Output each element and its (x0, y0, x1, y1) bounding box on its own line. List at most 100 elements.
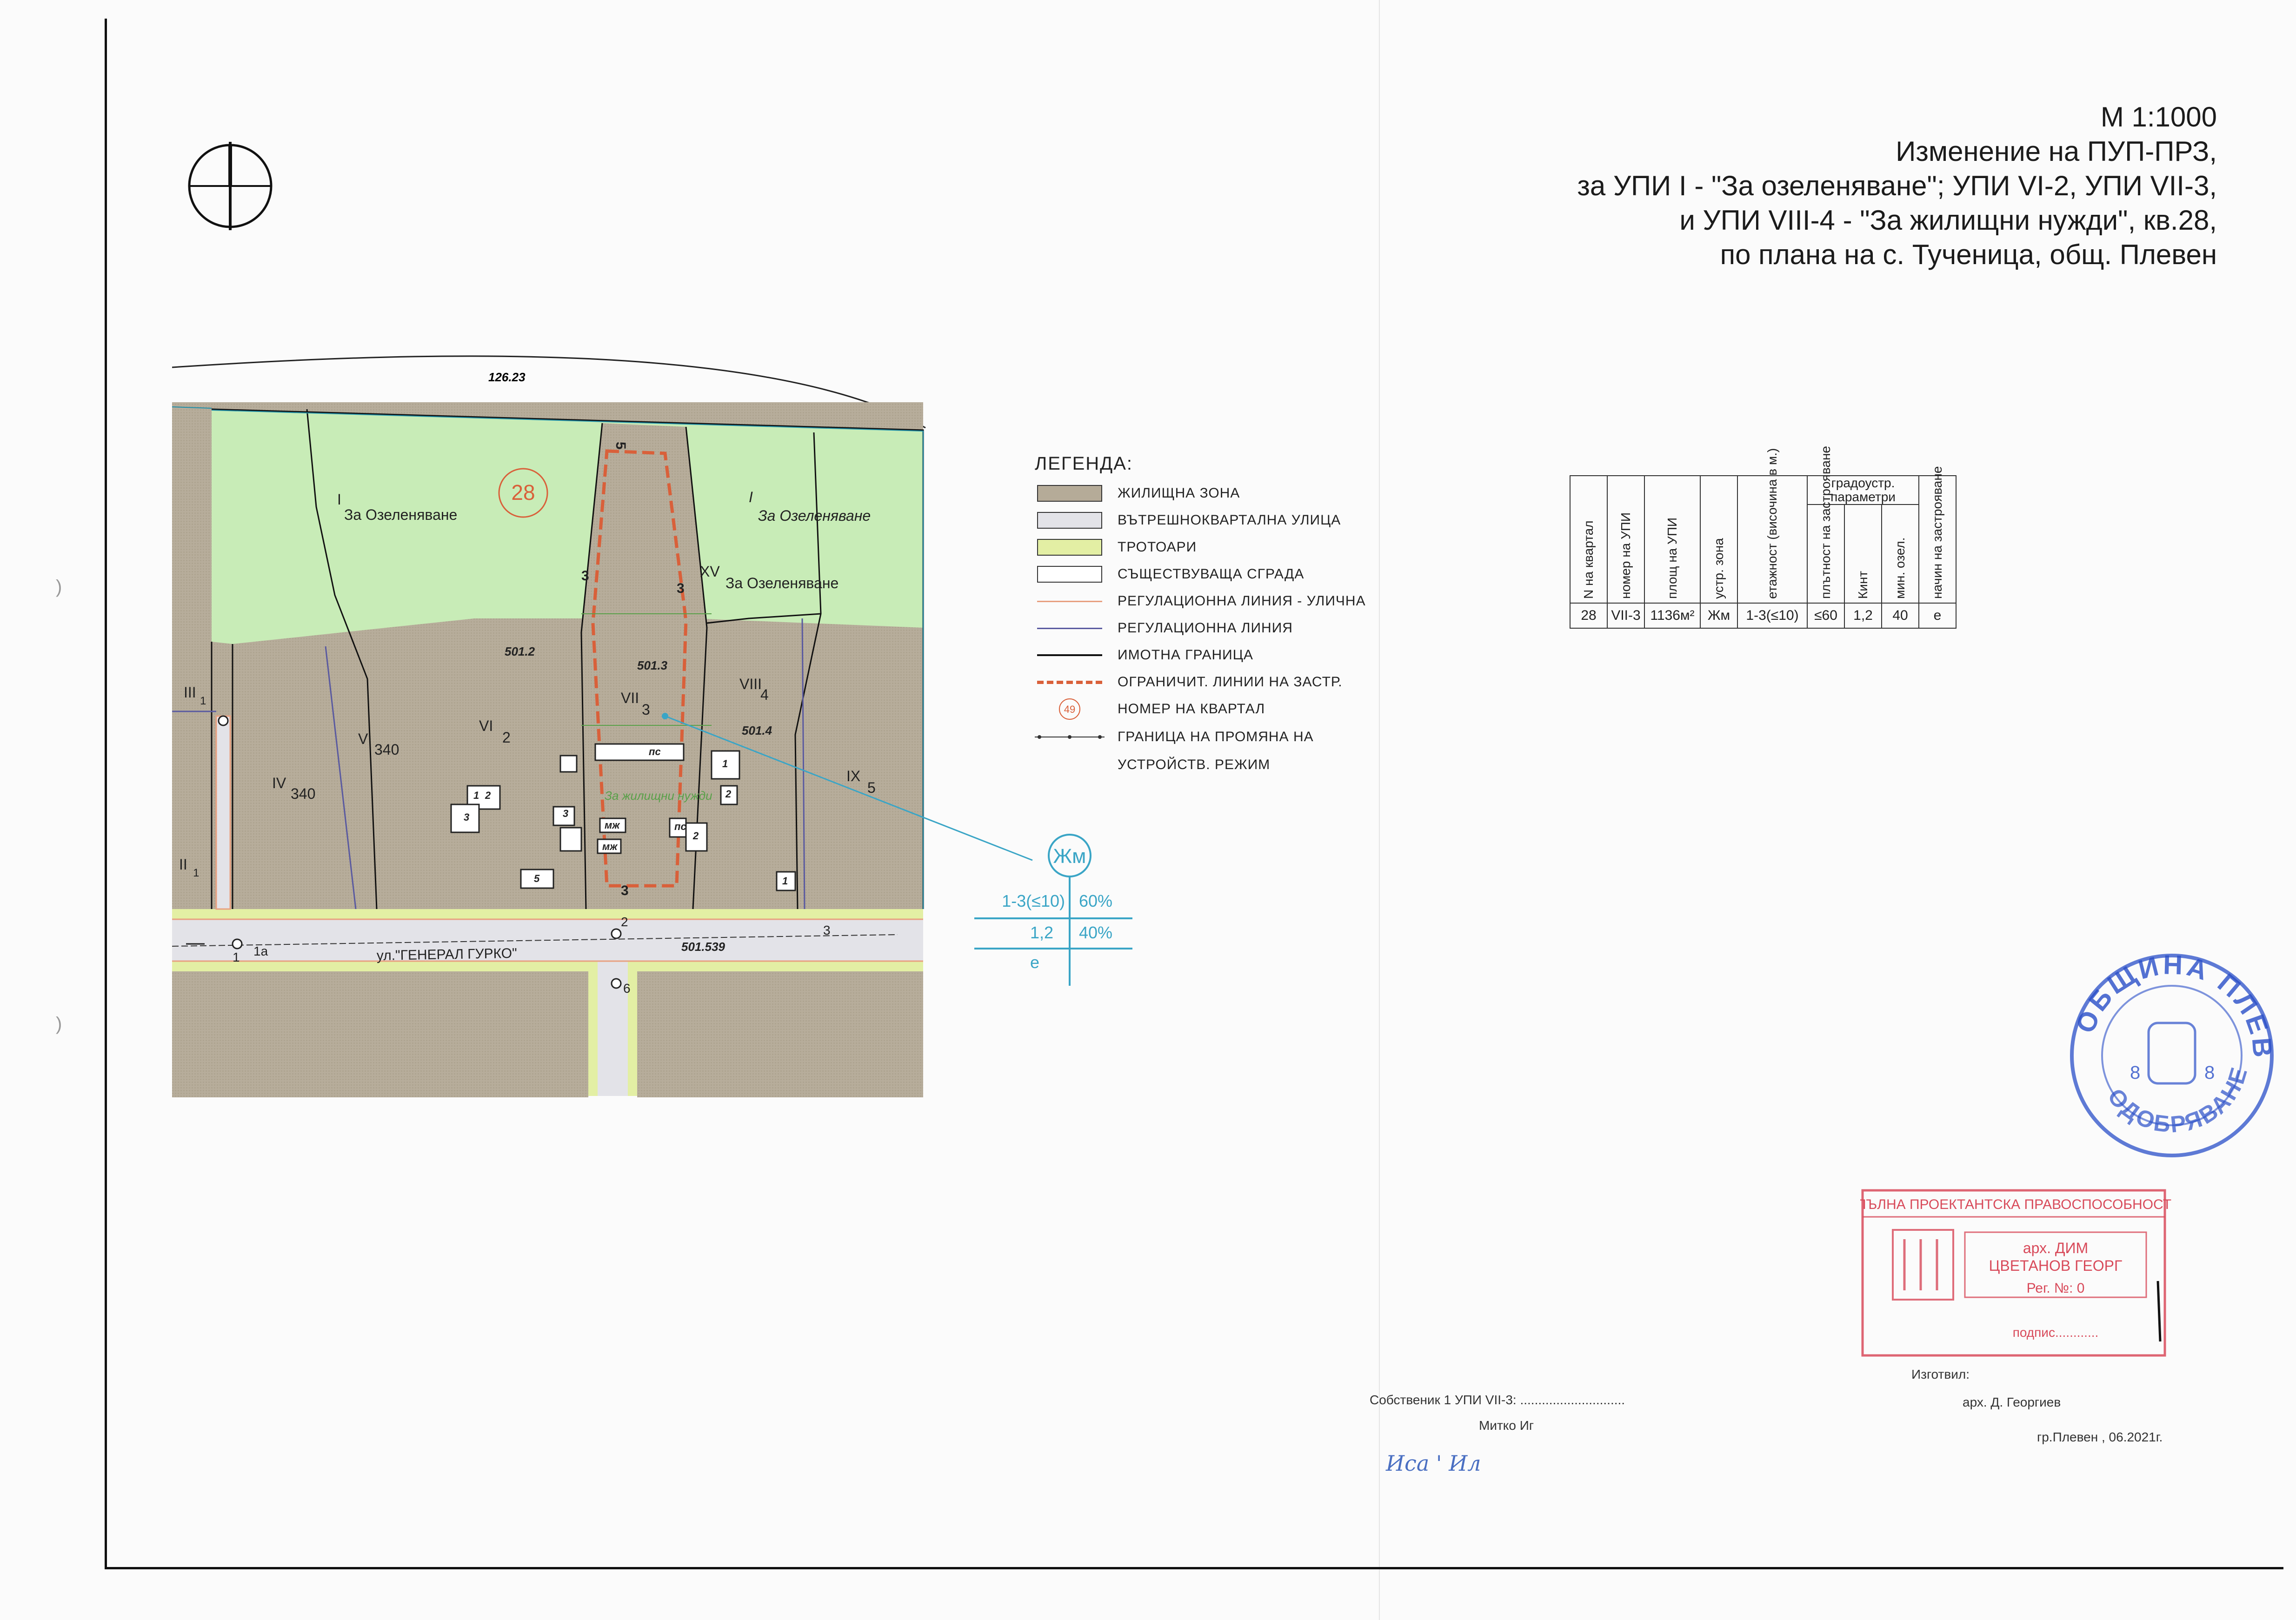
svg-text:пс: пс (674, 821, 686, 832)
header-zone: устр. зона (1700, 475, 1738, 604)
greenery-zone (212, 409, 923, 644)
cell-upi: VII-3 (1607, 603, 1645, 629)
zone-code: Жм (1053, 845, 1086, 868)
table-row: 28 VII-3 1136м² Жм 1-3(≤10) ≤60 1,2 40 е (1570, 603, 1957, 629)
zone-kint: 1,2 (1030, 923, 1053, 942)
cell-green: 40 (1881, 603, 1919, 629)
residential-swatch (1037, 485, 1102, 502)
svg-text:1: 1 (193, 867, 199, 879)
svg-text:5: 5 (867, 779, 876, 796)
svg-text:2: 2 (485, 790, 491, 801)
block-number: 28 (511, 480, 535, 505)
title-line-4: по плана на с. Тученица, общ. Плевен (1720, 239, 2217, 270)
zone-mode: е (1030, 953, 1039, 972)
street-name: ул."ГЕНЕРАЛ ГУРКО" (377, 946, 517, 963)
legend-item-residential: ЖИЛИЩНА ЗОНА (1035, 480, 1366, 507)
legend-label: ВЪТРЕШНОКВАРТАЛНА УЛИЦА (1118, 512, 1341, 528)
street-point (218, 715, 229, 726)
block-number-swatch: 49 (1059, 698, 1080, 720)
svg-text:V: V (358, 730, 368, 747)
legend-item-sidewalk: ТРОТОАРИ (1035, 534, 1366, 561)
owner-signature-line: Собственик 1 УПИ VII-3: ................… (1370, 1393, 1625, 1407)
legend-label: ОГРАНИЧИТ. ЛИНИИ НА ЗАСТР. (1118, 674, 1343, 690)
svg-text:Рег. №: 0: Рег. №: 0 (2027, 1281, 2085, 1296)
svg-text:ОБЩИНА ПЛЕВЕН: ОБЩИНА ПЛЕВЕН (2056, 907, 2278, 1061)
svg-text:1: 1 (473, 790, 479, 801)
residential-south-west (172, 971, 588, 1097)
legend-label: РЕГУЛАЦИОННА ЛИНИЯ - УЛИЧНА (1118, 593, 1366, 609)
legend-label: УСТРОЙСТВ. РЕЖИМ (1118, 757, 1271, 772)
svg-text:XV: XV (700, 563, 720, 580)
title-line-3: и УПИ VIII-4 - "За жилищни нужди", кв.28… (1679, 205, 2217, 236)
municipality-stamp: ОБЩИНА ПЛЕВЕН ОДОБРЯВАНЕ 8 8 (2056, 907, 2278, 1157)
svg-text:2: 2 (692, 830, 699, 842)
punch-hole-mark: ) (56, 577, 62, 597)
owner-name: Митко Иг (1479, 1418, 1534, 1433)
legend-label: ИМОТНА ГРАНИЦА (1118, 647, 1253, 663)
legend-label: ГРАНИЦА НА ПРОМЯНА НА (1118, 729, 1314, 744)
svg-text:5: 5 (613, 442, 628, 450)
svg-text:III: III (184, 684, 196, 701)
zone-green: 40% (1079, 923, 1112, 942)
header-block-number: N на квартал (1570, 475, 1608, 604)
svg-text:мж: мж (602, 841, 618, 852)
svg-text:VI: VI (479, 717, 493, 734)
svg-text:501.539: 501.539 (681, 940, 725, 954)
svg-text:За Озеленяване: За Озеленяване (758, 507, 871, 524)
svg-text:1а: 1а (253, 944, 268, 958)
title-line-1: Изменение на ПУП-ПРЗ, (1896, 136, 2217, 167)
svg-text:I: I (337, 491, 341, 508)
svg-text:4: 4 (760, 686, 769, 703)
svg-text:VIII: VIII (739, 676, 762, 692)
svg-text:340: 340 (291, 785, 315, 802)
svg-text:подпис............: подпис............ (2013, 1325, 2099, 1340)
sidewalk-north (172, 909, 923, 919)
svg-text:1: 1 (233, 950, 240, 964)
legend-item-build-limit: ОГРАНИЧИТ. ЛИНИИ НА ЗАСТР. (1035, 669, 1366, 696)
architect-stamp: ПЪЛНА ПРОЕКТАНТСКА ПРАВОСПОСОБНОСТ арх. … (1860, 1189, 2171, 1357)
cell-zone: Жм (1700, 603, 1738, 629)
sidewalk-south (172, 961, 923, 971)
svg-text:2: 2 (502, 729, 511, 746)
punch-hole-mark: ) (56, 1014, 62, 1034)
internal-street (215, 715, 231, 910)
legend-item-building: СЪЩЕСТВУВАЩА СГРАДА (1035, 561, 1366, 588)
cadastral-map: 126.23 пс пс мж мж 1 2 1 2 3 1 2 3 5 28 … (172, 355, 1033, 1097)
legend-label: НОМЕР НА КВАРТАЛ (1118, 701, 1265, 717)
header-upi-area: площ на УПИ (1644, 475, 1701, 604)
owner-handwritten-signature: Иса ' Ил (1386, 1451, 1481, 1476)
legend-label: ТРОТОАРИ (1118, 539, 1197, 555)
cell-block: 28 (1570, 603, 1608, 629)
svg-text:I: I (749, 489, 753, 505)
building-swatch (1037, 566, 1102, 583)
header-build-mode: начин на застрояване (1918, 466, 1957, 604)
header-density: плътност на застрояване (1807, 446, 1845, 604)
regulation-street-swatch (1037, 600, 1102, 602)
legend-item-street: ВЪТРЕШНОКВАРТАЛНА УЛИЦА (1035, 507, 1366, 534)
svg-text:мж: мж (605, 819, 620, 831)
zone-floors: 1-3(≤10) (1002, 891, 1065, 910)
residential-south-east (637, 971, 923, 1097)
street-swatch (1037, 512, 1102, 529)
svg-text:340: 340 (374, 741, 399, 758)
cell-kint: 1,2 (1844, 603, 1882, 629)
regulation-swatch (1037, 627, 1102, 629)
cell-floors: 1-3(≤10) (1737, 603, 1808, 629)
made-by-label: Изготвил: (1911, 1367, 1970, 1381)
svg-text:2: 2 (621, 915, 628, 929)
legend-item-change-line2: УСТРОЙСТВ. РЕЖИМ (1035, 751, 1366, 778)
svg-text:501.4: 501.4 (742, 724, 772, 737)
cell-area: 1136м² (1644, 603, 1701, 629)
svg-text:3: 3 (642, 701, 650, 718)
svg-text:За Озеленяване: За Озеленяване (344, 506, 457, 523)
build-limit-swatch (1037, 680, 1102, 684)
svg-text:501.3: 501.3 (637, 658, 668, 672)
svg-text:арх. ДИМ: арх. ДИМ (2023, 1240, 2088, 1256)
svg-text:3: 3 (621, 883, 629, 898)
svg-text:3: 3 (464, 811, 469, 823)
svg-text:5: 5 (534, 873, 540, 884)
legend: ЛЕГЕНДА: ЖИЛИЩНА ЗОНА ВЪТРЕШНОКВАРТАЛНА … (1035, 453, 1366, 778)
svg-text:IX: IX (846, 768, 860, 784)
legend-item-property: ИМОТНА ГРАНИЦА (1035, 642, 1366, 669)
svg-text:IV: IV (272, 775, 286, 791)
